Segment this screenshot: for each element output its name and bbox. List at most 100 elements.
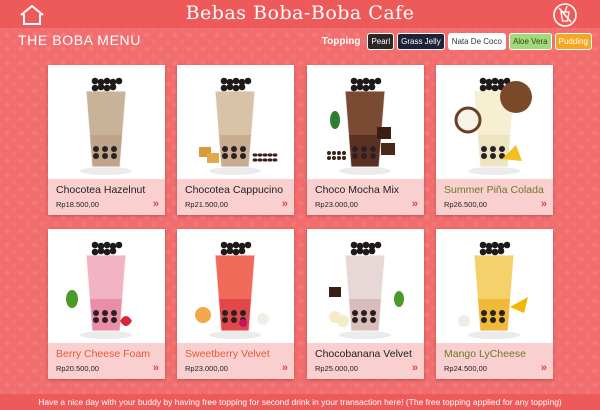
- drink-image: [307, 229, 424, 343]
- boba-pearl-icon: [222, 317, 228, 323]
- product-price: Rp18.500,00: [56, 200, 99, 209]
- chevron-right-icon[interactable]: »: [153, 362, 159, 374]
- boba-pearl-icon: [240, 153, 246, 159]
- boba-pearl-icon: [102, 153, 108, 159]
- product-card[interactable]: Summer Piña Colada Rp26.500,00 »: [436, 65, 553, 215]
- product-name: Chocotea Cappucino: [185, 184, 284, 196]
- boba-pearl-icon: [352, 317, 358, 323]
- boba-pearl-icon: [361, 310, 367, 316]
- boba-pearl-icon: [102, 317, 108, 323]
- chocolate-icon: [381, 143, 395, 155]
- boba-pearl-icon: [226, 247, 234, 255]
- topping-chip-pearl[interactable]: Pearl: [367, 33, 395, 50]
- boba-pearl-icon: [111, 310, 117, 316]
- product-card[interactable]: Berry Cheese Foam Rp20.500,00 »: [48, 229, 165, 379]
- boba-pearl-icon: [490, 310, 496, 316]
- chevron-right-icon[interactable]: »: [153, 198, 159, 210]
- chevron-right-icon[interactable]: »: [412, 362, 418, 374]
- product-card[interactable]: Chocobanana Velvet Rp25.000,00 »: [307, 229, 424, 379]
- cup-shadow: [339, 331, 391, 339]
- boba-pearl-icon: [103, 84, 111, 92]
- mango-icon: [510, 297, 528, 313]
- coffee-bean-icon: [342, 156, 346, 160]
- drink-image: [307, 65, 424, 179]
- chevron-right-icon[interactable]: »: [541, 198, 547, 210]
- card-footer: Chocotea Cappucino Rp21.500,00 »: [177, 179, 294, 215]
- boba-pearl-icon: [497, 247, 505, 255]
- product-name: Chocobanana Velvet: [315, 348, 412, 360]
- peach-icon: [195, 307, 211, 323]
- product-name: Berry Cheese Foam: [56, 348, 150, 360]
- boba-pearl-icon: [220, 241, 228, 249]
- coffee-bean-icon: [272, 153, 278, 157]
- product-price: Rp26.500,00: [444, 200, 487, 209]
- boba-pearl-icon: [115, 77, 123, 85]
- topping-chip-grass-jelly[interactable]: Grass Jelly: [397, 33, 445, 50]
- boba-pearl-icon: [481, 317, 487, 323]
- topping-chip-pudding[interactable]: Pudding: [554, 33, 592, 50]
- raspberry-icon: [239, 319, 247, 327]
- chevron-right-icon[interactable]: »: [282, 198, 288, 210]
- boba-pearl-icon: [103, 248, 111, 256]
- boba-pearl-icon: [370, 317, 376, 323]
- boba-pearl-icon: [361, 153, 367, 159]
- boba-pearl-icon: [479, 248, 487, 256]
- boba-pearl-icon: [499, 310, 505, 316]
- drink-image: [436, 65, 553, 179]
- cup-shadow: [339, 167, 391, 175]
- boba-pearl-icon: [491, 84, 499, 92]
- boba-pearl-icon: [231, 310, 237, 316]
- topping-chip-aloe-vera[interactable]: Aloe Vera: [508, 33, 552, 50]
- boba-pearl-icon: [102, 310, 108, 316]
- logo-button[interactable]: [552, 2, 578, 28]
- boba-pearl-icon: [352, 310, 358, 316]
- boba-pearl-icon: [368, 83, 376, 91]
- boba-pearl-icon: [356, 247, 364, 255]
- boba-pearl-icon: [97, 247, 105, 255]
- cup-shadow: [468, 167, 520, 175]
- drink-illustration: [80, 77, 132, 175]
- boba-pearl-icon: [232, 84, 240, 92]
- boba-pearl-icon: [362, 77, 370, 85]
- product-card[interactable]: Mango LyCheese Rp24.500,00 »: [436, 229, 553, 379]
- chevron-right-icon[interactable]: »: [282, 362, 288, 374]
- boba-pearl-icon: [244, 241, 252, 249]
- boba-pearl-icon: [220, 77, 228, 85]
- chevron-right-icon[interactable]: »: [412, 198, 418, 210]
- boba-pearl-icon: [370, 310, 376, 316]
- card-footer: Summer Piña Colada Rp26.500,00 »: [436, 179, 553, 215]
- drink-image: [48, 229, 165, 343]
- coffee-bean-icon: [257, 153, 263, 157]
- boba-pearl-icon: [91, 77, 99, 85]
- product-card[interactable]: Chocotea Hazelnut Rp18.500,00 »: [48, 65, 165, 215]
- coffee-bean-icon: [252, 158, 258, 162]
- coffee-bean-icon: [327, 151, 331, 155]
- boba-pearl-icon: [361, 146, 367, 152]
- product-card[interactable]: Choco Mocha Mix Rp23.000,00 »: [307, 65, 424, 215]
- boba-pearl-icon: [93, 153, 99, 159]
- boba-pearl-icon: [350, 248, 358, 256]
- product-card[interactable]: Chocotea Cappucino Rp21.500,00 »: [177, 65, 294, 215]
- boba-pearl-icon: [491, 248, 499, 256]
- boba-pearl-icon: [491, 77, 499, 85]
- drink-illustration: [66, 241, 132, 339]
- product-card[interactable]: Sweetberry Velvet Rp23.000,00 »: [177, 229, 294, 379]
- caramel-icon: [207, 153, 219, 163]
- leaf-icon: [66, 290, 78, 308]
- topping-chip-nata-de-coco[interactable]: Nata De Coco: [447, 33, 506, 50]
- boba-pearl-icon: [479, 241, 487, 249]
- boba-pearl-icon: [481, 310, 487, 316]
- boba-pearl-icon: [370, 146, 376, 152]
- drink-image: [48, 65, 165, 179]
- product-price: Rp23.000,00: [185, 364, 228, 373]
- coffee-bean-icon: [332, 156, 336, 160]
- chevron-right-icon[interactable]: »: [541, 362, 547, 374]
- boba-pearl-icon: [352, 146, 358, 152]
- boba-pearl-icon: [370, 153, 376, 159]
- boba-pearl-icon: [362, 84, 370, 92]
- coffee-bean-icon: [342, 151, 346, 155]
- boba-pearl-icon: [232, 241, 240, 249]
- boba-pearl-icon: [222, 310, 228, 316]
- boba-pearl-icon: [479, 77, 487, 85]
- coffee-bean-icon: [267, 158, 273, 162]
